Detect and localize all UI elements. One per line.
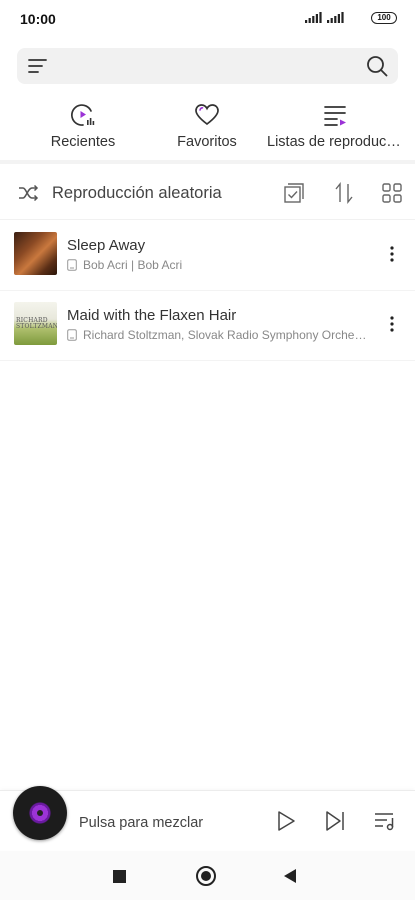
tab-label: Listas de reproducción [267, 134, 407, 150]
cover-text: RICHARD STOLTZMAN [16, 317, 57, 330]
heart-icon [195, 104, 219, 126]
play-icon[interactable] [273, 809, 297, 833]
disc-center [37, 810, 43, 816]
sort-icon[interactable] [333, 182, 355, 204]
album-cover [14, 232, 57, 275]
song-artist: Richard Stoltzman, Slovak Radio Symphony… [83, 328, 367, 342]
back-icon[interactable] [284, 869, 296, 883]
shuffle-icon[interactable] [17, 182, 39, 204]
signal-icon [327, 12, 344, 23]
multi-select-icon[interactable] [283, 182, 305, 204]
quick-tabs: Recientes Favoritos Listas de reproducci… [0, 100, 415, 156]
recent-icon [71, 104, 95, 126]
vinyl-disc-icon[interactable] [13, 786, 67, 840]
grid-view-icon[interactable] [381, 182, 403, 204]
tab-recent[interactable]: Recientes [14, 100, 152, 156]
song-subtitle: Richard Stoltzman, Slovak Radio Symphony… [67, 328, 367, 342]
signal-icon [305, 12, 322, 23]
status-bar: 10:00 100 [0, 0, 415, 36]
tab-label: Favoritos [177, 134, 237, 150]
song-artist: Bob Acri | Bob Acri [83, 258, 183, 272]
recent-apps-icon[interactable] [113, 870, 126, 883]
tab-label: Recientes [50, 134, 116, 150]
search-icon[interactable] [366, 55, 388, 77]
player-label[interactable]: Pulsa para mezclar [79, 815, 203, 831]
queue-icon[interactable] [373, 809, 397, 833]
album-cover: RICHARD STOLTZMAN [14, 302, 57, 345]
menu-icon[interactable] [28, 57, 48, 75]
next-icon[interactable] [323, 809, 347, 833]
list-item[interactable]: Sleep Away Bob Acri | Bob Acri [0, 221, 415, 291]
shuffle-row: Reproducción aleatoria [0, 166, 415, 220]
song-title: Sleep Away [67, 237, 146, 254]
tab-playlists[interactable]: Listas de reproducción [263, 100, 407, 156]
battery-indicator: 100 [371, 12, 397, 24]
playlist-icon [324, 106, 346, 126]
tab-favorites[interactable]: Favoritos [138, 100, 276, 156]
more-options-icon[interactable] [389, 245, 395, 263]
section-divider [0, 160, 415, 164]
song-list: Sleep Away Bob Acri | Bob Acri RICHARD S… [0, 221, 415, 361]
song-subtitle: Bob Acri | Bob Acri [67, 258, 367, 272]
song-title: Maid with the Flaxen Hair [67, 307, 237, 324]
mini-player: Pulsa para mezclar [0, 786, 415, 850]
shuffle-label[interactable]: Reproducción aleatoria [52, 184, 222, 203]
home-icon-center [201, 871, 211, 881]
home-icon[interactable] [196, 866, 216, 886]
device-icon [67, 259, 77, 271]
list-item[interactable]: RICHARD STOLTZMAN Maid with the Flaxen H… [0, 291, 415, 361]
search-bar[interactable] [17, 48, 398, 84]
system-nav-bar [0, 851, 415, 900]
device-icon [67, 329, 77, 341]
more-options-icon[interactable] [389, 315, 395, 333]
status-time: 10:00 [20, 11, 56, 27]
